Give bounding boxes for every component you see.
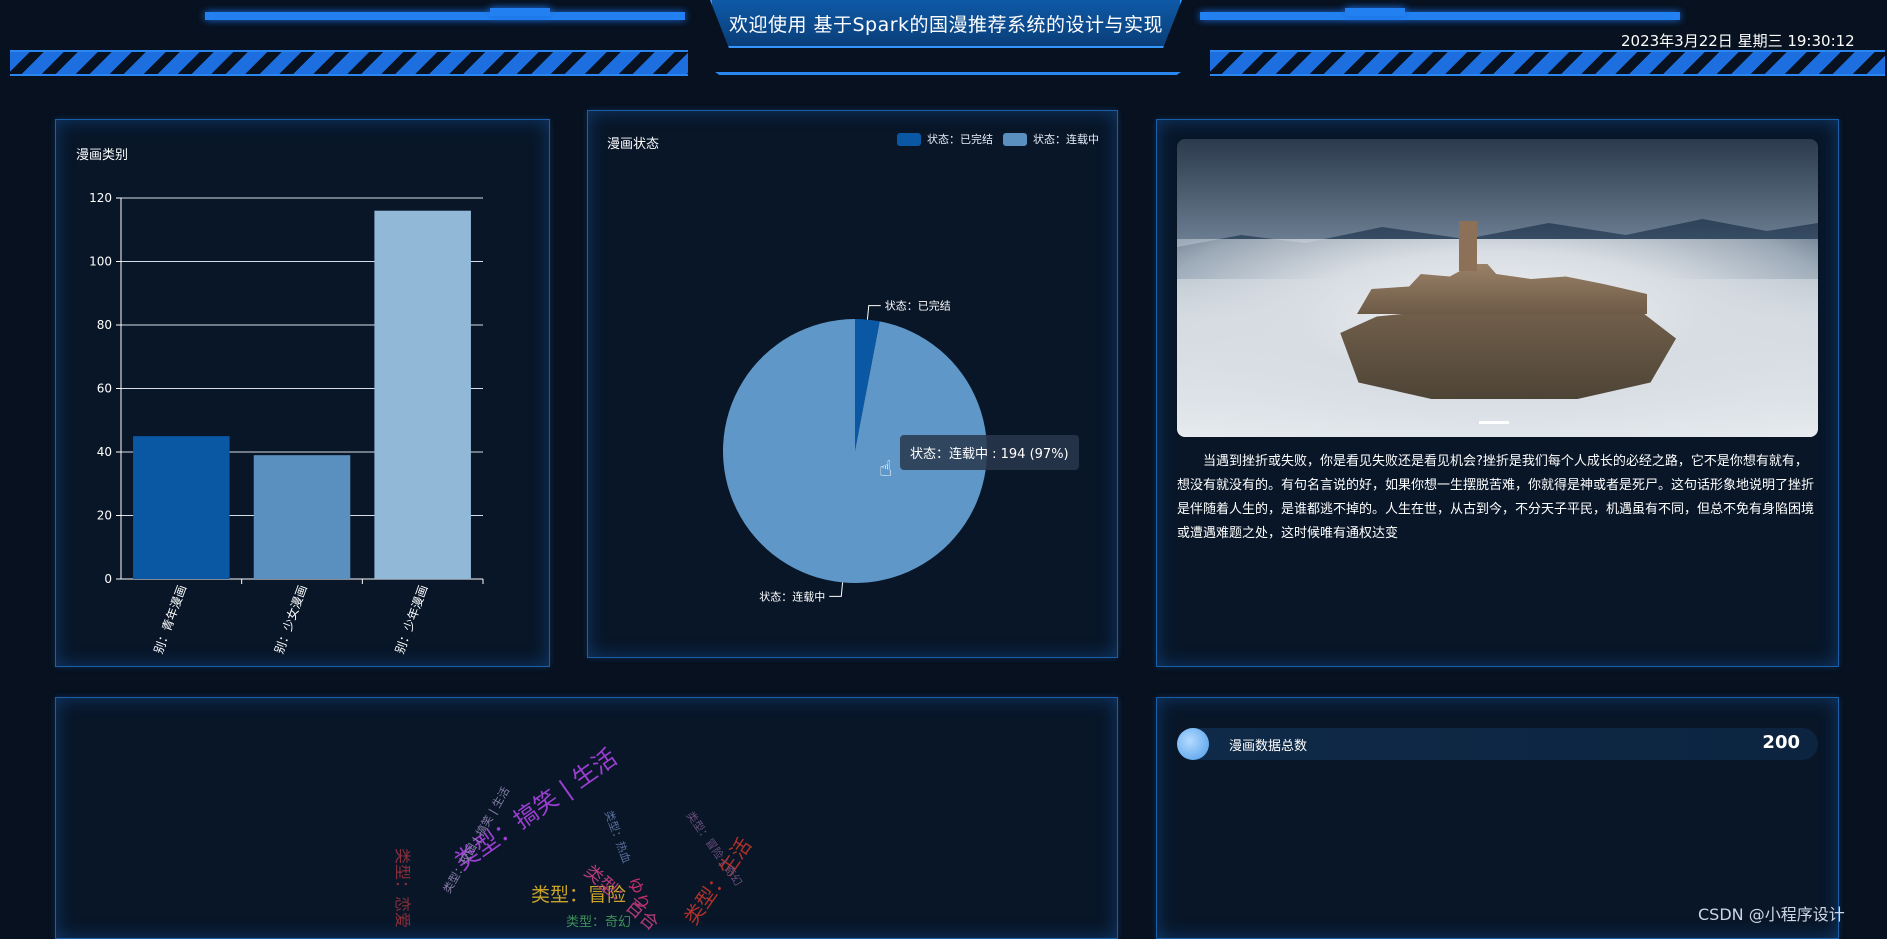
header-deco-bar-right-2 — [1345, 8, 1405, 16]
y-tick-label: 40 — [97, 445, 112, 459]
pie-label-line — [829, 582, 844, 597]
datetime: 2023年3月22日 星期三 19:30:12 — [1621, 32, 1855, 50]
article-text: 当遇到挫折或失败，你是看见失败还是看见机会?挫折是我们每个人成长的必经之路，它不… — [1177, 454, 1815, 541]
carousel-image[interactable] — [1177, 139, 1818, 437]
page-title: 欢迎使用 基于Spark的国漫推荐系统的设计与实现 — [728, 13, 1164, 36]
header-deco-bar-left — [205, 12, 685, 20]
carousel-indicator[interactable] — [1479, 421, 1509, 424]
y-tick-label: 60 — [97, 382, 112, 396]
header-stripe-right — [1210, 50, 1885, 76]
bar — [133, 436, 230, 579]
category-bar-chart: 0 20 40 60 80 100 120 别：青年漫画 别：少女漫画 别：少年漫画 — [89, 191, 484, 656]
hand-cursor-icon: ☝ — [879, 457, 893, 482]
pie-label: 状态：已完结 — [885, 299, 951, 313]
watermark: CSDN @小程序设计 — [1698, 905, 1845, 924]
pie-label: 状态：连载中 — [759, 589, 825, 603]
word-cloud-word: 类型：热血 — [601, 808, 633, 865]
bar — [253, 455, 351, 579]
header-deco-bar-right — [1200, 12, 1680, 20]
y-tick-label: 120 — [89, 191, 112, 205]
x-tick-label: 别：青年漫画 — [151, 583, 189, 655]
word-cloud-panel: 类型：搞笑 | 生活 类型：冒险 类型：生活 类型：百合 ゆり 类型：奇幻 类型：校园 | … — [55, 697, 1118, 939]
image-tower — [1459, 221, 1477, 271]
word-cloud-word: 类型：恋爱 — [393, 848, 412, 929]
article-panel: 当遇到挫折或失败，你是看见失败还是看见机会?挫折是我们每个人成长的必经之路，它不… — [1156, 119, 1839, 667]
total-ball-icon — [1177, 728, 1209, 760]
word-cloud-word: 类型：奇幻 — [566, 915, 632, 930]
total-value: 200 — [1762, 732, 1800, 753]
y-tick-label: 100 — [89, 255, 112, 269]
total-label: 漫画数据总数 — [1229, 739, 1308, 754]
y-tick-label: 0 — [104, 572, 112, 586]
pie-tooltip: 状态：连载中 : 194 (97%) — [900, 435, 1079, 470]
pie-label-line — [866, 305, 881, 320]
status-pie-chart: 状态：已完结状态：连载中 — [722, 299, 987, 603]
status-panel: 漫画状态 状态：已完结 状态：连载中 状态：已完结 状态：连载中 状态：连载中 : … — [587, 110, 1118, 658]
header-deco-bar-left-2 — [490, 8, 550, 16]
y-tick-label: 20 — [97, 509, 112, 523]
total-row: 漫画数据总数 200 — [1177, 728, 1818, 760]
bar — [374, 210, 471, 579]
header-title-underline — [688, 52, 1208, 75]
x-tick-label: 别：少年漫画 — [393, 583, 431, 655]
x-tick-label: 别：少女漫画 — [271, 583, 310, 656]
y-tick-label: 80 — [97, 318, 112, 332]
header-title-box: 欢迎使用 基于Spark的国漫推荐系统的设计与实现 — [710, 0, 1182, 48]
word-cloud: 类型：搞笑 | 生活 类型：冒险 类型：生活 类型：百合 ゆり 类型：奇幻 类型：校园 | … — [56, 698, 1117, 938]
header-stripe-left — [10, 50, 688, 76]
category-panel: 漫画类别 0 20 40 60 80 100 120 别：青年漫画 别：少女漫画 别：少年漫画 — [55, 119, 550, 667]
